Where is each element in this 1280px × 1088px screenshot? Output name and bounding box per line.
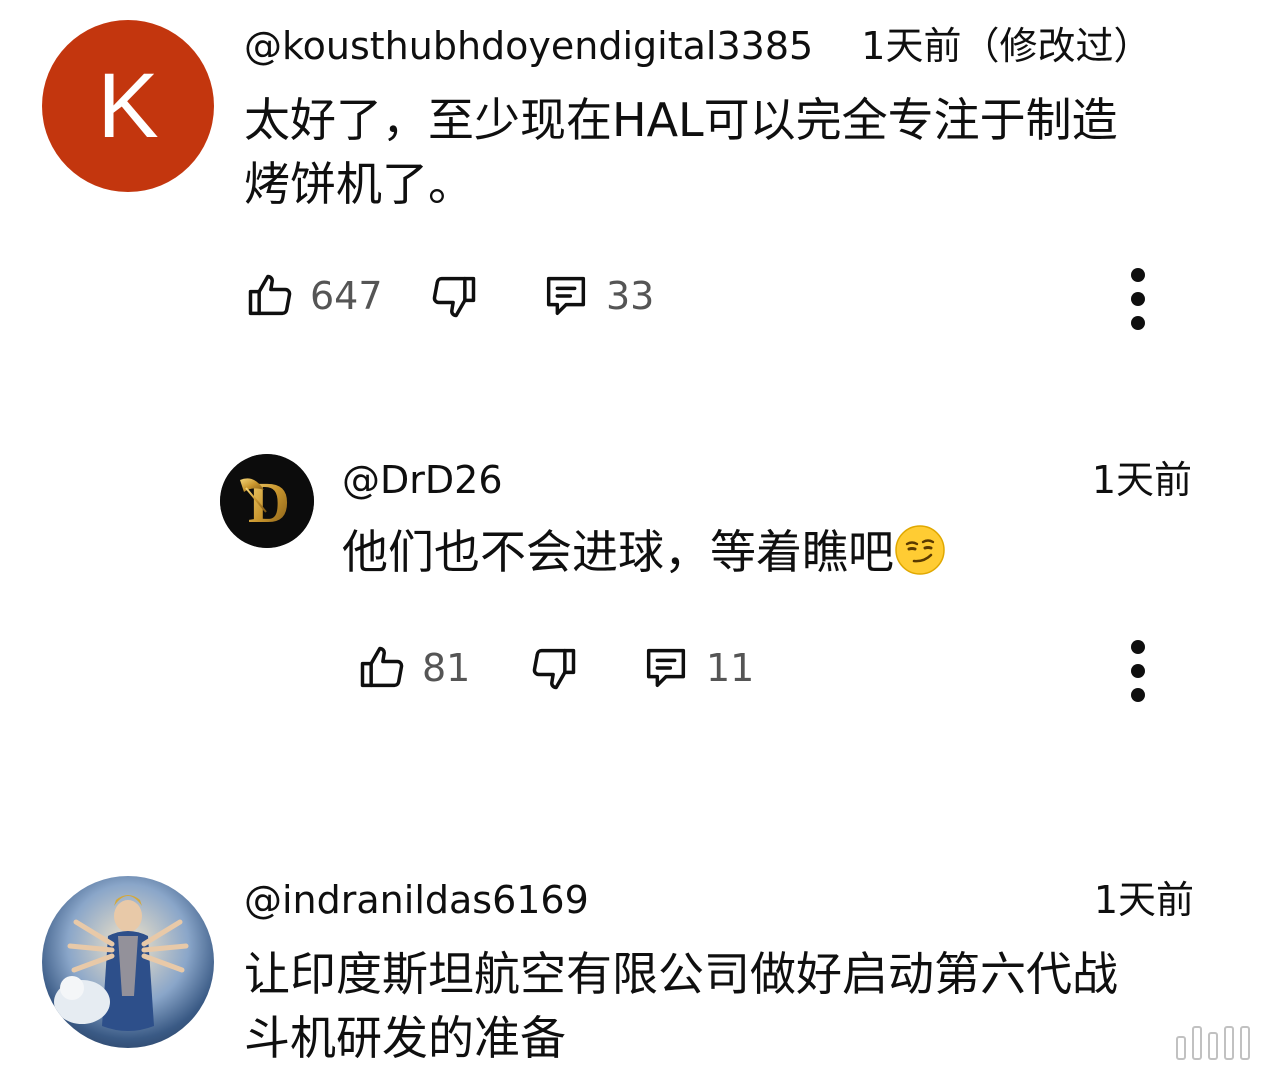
comment-text-line: 他们也不会进球，等着瞧吧 <box>342 525 894 579</box>
thumbs-up-icon <box>244 270 296 322</box>
comment-header: @DrD26 1天前 <box>342 456 1192 504</box>
reply-button[interactable]: 33 <box>540 266 654 326</box>
thumbs-down-icon <box>528 642 580 694</box>
comment-text: 太好了，至少现在HAL可以完全专注于制造 烤饼机了。 <box>244 88 1224 216</box>
comment-text-line: 让印度斯坦航空有限公司做好启动第六代战 <box>244 947 1118 1001</box>
comment-icon <box>640 642 692 694</box>
goddess-portrait-icon <box>54 895 189 1031</box>
timestamp[interactable]: 1天前 <box>1094 876 1194 924</box>
author-name[interactable]: @indranildas6169 <box>244 878 589 922</box>
watermark <box>1176 1026 1250 1060</box>
comment-item: K @kousthubhdoyendigital3385 1天前（修改过） 太好… <box>0 0 1280 370</box>
reply-item: D @DrD26 1天前 他们也不会进球，等着瞧吧 81 11 <box>0 440 1280 740</box>
thumbs-down-icon <box>428 270 480 322</box>
comment-text: 他们也不会进球，等着瞧吧 <box>342 520 1202 584</box>
d-logo-icon: D <box>220 454 314 548</box>
like-button[interactable]: 647 <box>244 266 383 326</box>
timestamp[interactable]: 1天前 <box>1092 456 1192 504</box>
dislike-button[interactable] <box>428 266 480 326</box>
dislike-button[interactable] <box>528 638 580 698</box>
more-vert-icon[interactable] <box>1118 264 1158 334</box>
reply-count: 33 <box>606 274 655 318</box>
comment-icon <box>540 270 592 322</box>
author-name[interactable]: @kousthubhdoyendigital3385 <box>244 24 813 68</box>
comment-text-line: 烤饼机了。 <box>244 157 474 211</box>
reply-button[interactable]: 11 <box>640 638 754 698</box>
comment-text-line: 太好了，至少现在HAL可以完全专注于制造 <box>244 93 1118 147</box>
author-name[interactable]: @DrD26 <box>342 458 503 502</box>
like-count: 647 <box>310 274 383 318</box>
comment-text: 让印度斯坦航空有限公司做好启动第六代战 斗机研发的准备 <box>244 942 1234 1070</box>
avatar[interactable] <box>42 876 214 1048</box>
smirking-face-icon <box>894 524 946 576</box>
like-count: 81 <box>422 646 471 690</box>
reply-count: 11 <box>706 646 755 690</box>
thumbs-up-icon <box>356 642 408 694</box>
comment-header: @kousthubhdoyendigital3385 1天前（修改过） <box>244 22 1151 70</box>
avatar[interactable]: K <box>42 20 214 192</box>
timestamp[interactable]: 1天前（修改过） <box>861 24 1151 68</box>
comment-actions: 647 33 <box>244 266 1194 326</box>
comment-item: @indranildas6169 1天前 让印度斯坦航空有限公司做好启动第六代战… <box>0 860 1280 1088</box>
avatar-letter: K <box>97 55 159 157</box>
comment-actions: 81 11 <box>356 638 1196 698</box>
avatar[interactable]: D <box>220 454 314 548</box>
more-vert-icon[interactable] <box>1118 636 1158 706</box>
svg-text:D: D <box>248 470 290 535</box>
comment-header: @indranildas6169 1天前 <box>244 876 1194 924</box>
like-button[interactable]: 81 <box>356 638 470 698</box>
comment-text-line: 斗机研发的准备 <box>244 1011 566 1065</box>
